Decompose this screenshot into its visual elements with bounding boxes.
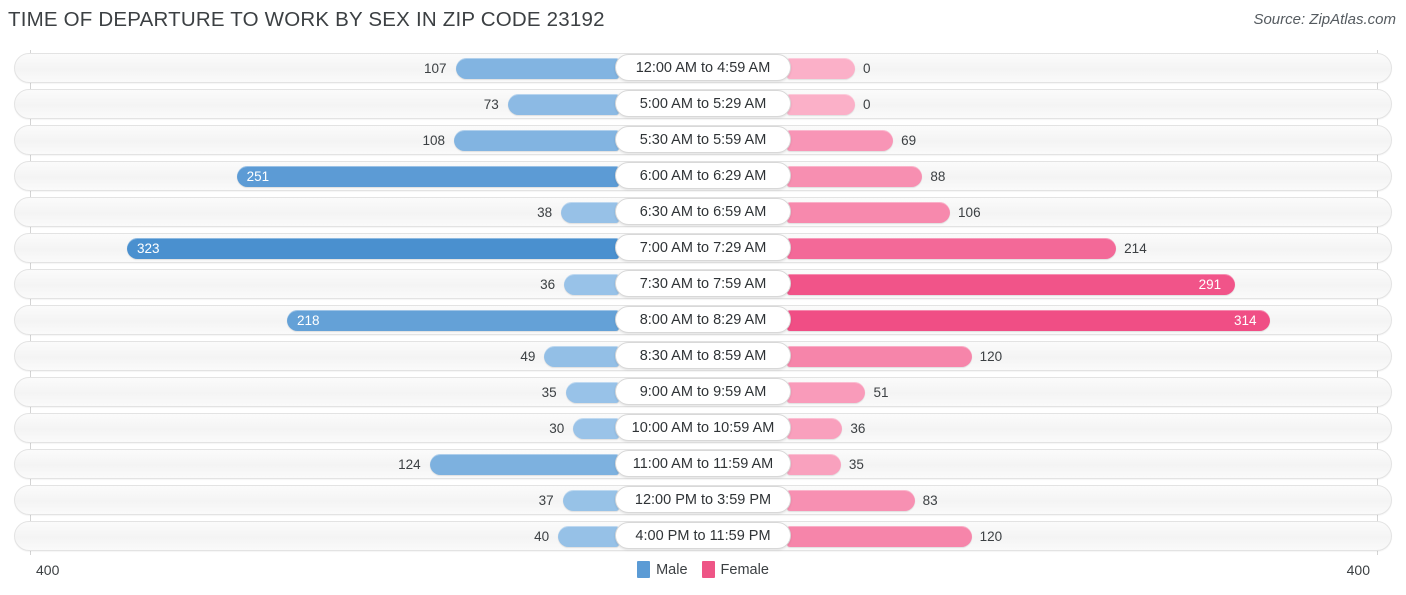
bar-female[interactable] [787,382,866,403]
value-label-male: 323 [137,241,160,256]
bar-male[interactable] [236,166,619,187]
bar-male[interactable] [456,58,619,79]
category-label: 7:00 AM to 7:29 AM [615,234,791,261]
bar-female[interactable] [787,490,915,511]
value-label-female: 120 [979,349,1003,364]
bar-female[interactable] [787,202,951,223]
bar-female[interactable] [787,418,843,439]
value-label-female: 291 [1198,277,1222,292]
bar-female[interactable] [787,346,972,367]
bar-male[interactable] [562,490,619,511]
category-label: 10:00 AM to 10:59 AM [615,414,791,441]
value-label-female: 36 [850,421,866,436]
chart-row[interactable]: 108 69 5:30 AM to 5:59 AM [0,122,1406,158]
category-label: 8:00 AM to 8:29 AM [615,306,791,333]
value-label-female: 69 [901,133,917,148]
category-label: 11:00 AM to 11:59 AM [615,450,791,477]
value-label-female: 83 [922,493,938,508]
chart-row[interactable]: 49 120 8:30 AM to 8:59 AM [0,338,1406,374]
bar-male[interactable] [558,526,619,547]
bar-female[interactable] [787,274,1235,295]
source-attribution: Source: ZipAtlas.com [1253,11,1396,28]
value-label-male: 108 [422,133,446,148]
chart-row[interactable]: 218 314 8:00 AM to 8:29 AM [0,302,1406,338]
category-label: 4:00 PM to 11:59 PM [615,522,791,549]
bar-female[interactable] [787,58,855,79]
chart-row[interactable]: 73 0 5:00 AM to 5:29 AM [0,86,1406,122]
value-label-female: 0 [863,61,871,76]
bar-male[interactable] [564,274,619,295]
value-label-male: 30 [549,421,565,436]
chart-rows: 107 0 12:00 AM to 4:59 AM 73 0 5:00 AM to 5:2… [0,50,1406,554]
value-label-male: 73 [483,97,499,112]
chart-row[interactable]: 251 88 6:00 AM to 6:29 AM [0,158,1406,194]
chart-plot-area: 107 0 12:00 AM to 4:59 AM 73 0 5:00 AM to 5:2… [0,50,1406,555]
chart-legend: Male Female [0,561,1406,578]
bar-female[interactable] [787,94,855,115]
value-label-male: 38 [537,205,553,220]
chart-row[interactable]: 36 291 7:30 AM to 7:59 AM [0,266,1406,302]
chart-row[interactable]: 124 35 11:00 AM to 11:59 AM [0,446,1406,482]
value-label-male: 49 [520,349,536,364]
bar-male[interactable] [565,382,619,403]
chart-row[interactable]: 30 36 10:00 AM to 10:59 AM [0,410,1406,446]
bar-female[interactable] [787,526,972,547]
bar-male[interactable] [454,130,619,151]
value-label-female: 314 [1234,313,1257,328]
value-label-male: 124 [398,457,421,472]
category-label: 6:00 AM to 6:29 AM [615,162,791,189]
value-label-female: 0 [863,97,871,112]
chart-footer: 400 400 Male Female [0,556,1406,595]
value-label-male: 107 [424,61,447,76]
bar-female[interactable] [787,454,841,475]
category-label: 7:30 AM to 7:59 AM [615,270,791,297]
value-label-male: 37 [538,493,554,508]
bar-male[interactable] [561,202,619,223]
category-label: 9:00 AM to 9:59 AM [615,378,791,405]
legend-item-male[interactable]: Male [637,561,688,578]
bar-male[interactable] [430,454,619,475]
chart-row[interactable]: 323 214 7:00 AM to 7:29 AM [0,230,1406,266]
bar-male[interactable] [544,346,619,367]
legend-label: Male [656,561,688,578]
category-label: 6:30 AM to 6:59 AM [615,198,791,225]
bar-female[interactable] [787,130,894,151]
chart-row[interactable]: 40 120 4:00 PM to 11:59 PM [0,518,1406,554]
value-label-male: 218 [296,313,320,328]
category-label: 5:00 AM to 5:29 AM [615,90,791,117]
bar-male[interactable] [127,238,619,259]
value-label-female: 51 [873,385,889,400]
chart-row[interactable]: 37 83 12:00 PM to 3:59 PM [0,482,1406,518]
legend-swatch-icon [637,561,651,578]
category-label: 5:30 AM to 5:59 AM [615,126,791,153]
legend-item-female[interactable]: Female [701,561,769,578]
value-label-male: 40 [534,529,550,544]
value-label-male: 35 [541,385,557,400]
value-label-male: 251 [246,169,270,184]
chart-row[interactable]: 38 106 6:30 AM to 6:59 AM [0,194,1406,230]
category-label: 12:00 PM to 3:59 PM [615,486,791,513]
page-title: TIME OF DEPARTURE TO WORK BY SEX IN ZIP … [8,8,605,31]
category-label: 12:00 AM to 4:59 AM [615,54,791,81]
chart-header: TIME OF DEPARTURE TO WORK BY SEX IN ZIP … [0,0,1406,44]
bar-female[interactable] [787,238,1117,259]
legend-label: Female [720,561,769,578]
chart-row[interactable]: 107 0 12:00 AM to 4:59 AM [0,50,1406,86]
value-label-female: 35 [848,457,864,472]
legend-swatch-icon [701,561,715,578]
value-label-female: 88 [930,169,946,184]
bar-male[interactable] [507,94,619,115]
value-label-female: 106 [958,205,981,220]
bar-male[interactable] [286,310,619,331]
value-label-female: 120 [979,529,1003,544]
chart-row[interactable]: 35 51 9:00 AM to 9:59 AM [0,374,1406,410]
bar-female[interactable] [787,166,923,187]
bar-male[interactable] [573,418,619,439]
value-label-male: 36 [540,277,556,292]
category-label: 8:30 AM to 8:59 AM [615,342,791,369]
value-label-female: 214 [1124,241,1147,256]
bar-female[interactable] [787,310,1270,331]
